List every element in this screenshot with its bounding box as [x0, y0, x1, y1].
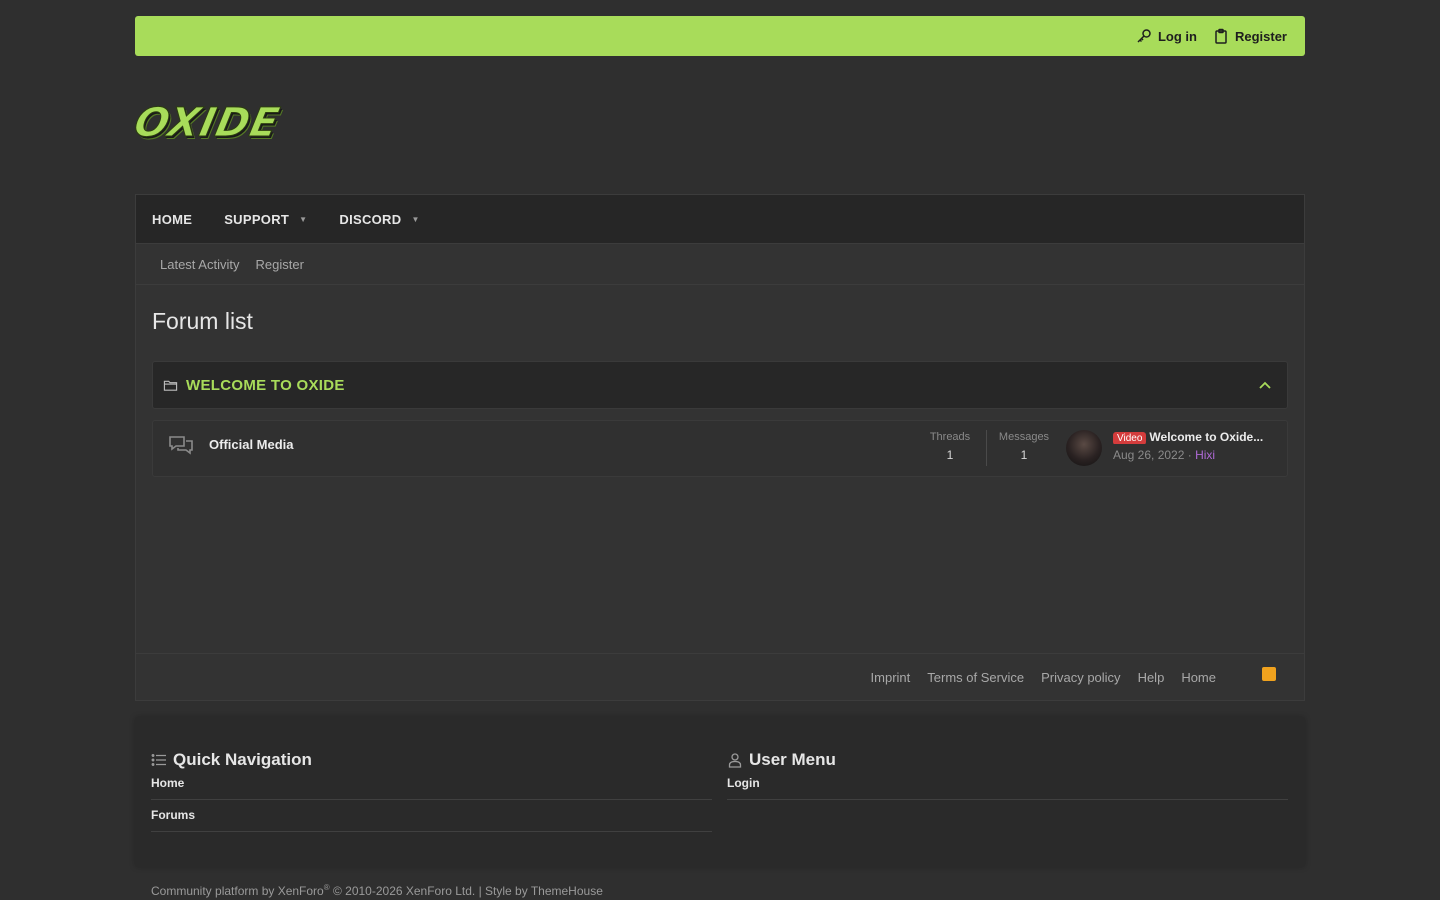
category-title[interactable]: WELCOME TO OXIDE: [186, 377, 345, 394]
copyright-prefix[interactable]: Community platform by XenForo: [151, 884, 324, 898]
threads-label: Threads: [929, 431, 971, 443]
user-menu-heading: User Menu: [727, 750, 1288, 770]
forum-name[interactable]: Official Media: [209, 437, 294, 452]
avatar[interactable]: [1066, 430, 1102, 466]
copyright-suffix: © 2010-2026 XenForo Ltd. | Style by Them…: [329, 884, 603, 898]
folder-icon: [163, 380, 178, 391]
site-logo[interactable]: OXIDE: [130, 100, 295, 150]
messages-label: Messages: [998, 431, 1050, 443]
key-icon: [1137, 29, 1151, 43]
footer-nav-box: Quick Navigation Home Forums User Menu L…: [135, 717, 1305, 867]
user-menu-login[interactable]: Login: [727, 776, 1288, 800]
messages-stat: Messages 1: [989, 431, 1059, 462]
user-menu-title: User Menu: [749, 750, 836, 769]
copyright: Community platform by XenForo® © 2010-20…: [151, 883, 603, 898]
threads-stat: Threads 1: [915, 431, 985, 462]
footer-link-terms[interactable]: Terms of Service: [927, 670, 1024, 685]
last-post-meta: Aug 26, 2022 · Hixi: [1113, 448, 1215, 462]
forum-chat-icon: [169, 436, 193, 455]
forum-row: Official Media Threads 1 Messages 1 Vide…: [152, 420, 1288, 477]
clipboard-icon: [1215, 28, 1227, 44]
footer-link-privacy[interactable]: Privacy policy: [1041, 670, 1120, 685]
quick-navigation: Quick Navigation Home Forums: [151, 750, 712, 840]
last-post-date[interactable]: Aug 26, 2022: [1113, 448, 1184, 462]
page-title: Forum list: [152, 308, 253, 334]
caret-down-icon[interactable]: ▼: [411, 215, 419, 224]
chevron-up-icon[interactable]: [1257, 377, 1273, 393]
main-nav: HOME SUPPORT ▼ DISCORD ▼: [136, 195, 1304, 244]
sub-nav: Latest Activity Register: [136, 244, 1304, 285]
video-badge: Video: [1113, 432, 1147, 444]
quick-nav-forums[interactable]: Forums: [151, 808, 712, 832]
rss-icon[interactable]: [1262, 666, 1276, 681]
last-post-title-text: Welcome to Oxide...: [1149, 430, 1264, 444]
footer-links: Imprint Terms of Service Privacy policy …: [136, 653, 1304, 701]
footer-link-imprint[interactable]: Imprint: [871, 670, 911, 685]
last-post-title[interactable]: Video Welcome to Oxide...: [1113, 430, 1273, 444]
messages-count: 1: [1020, 448, 1028, 462]
register-link[interactable]: Register: [1205, 28, 1295, 44]
nav-support[interactable]: SUPPORT ▼: [224, 212, 307, 227]
list-icon: [151, 754, 166, 766]
nav-home[interactable]: HOME: [152, 212, 192, 227]
footer-link-home[interactable]: Home: [1181, 670, 1216, 685]
caret-down-icon[interactable]: ▼: [299, 215, 307, 224]
threads-count: 1: [946, 448, 954, 462]
login-link[interactable]: Log in: [1128, 28, 1205, 44]
quick-nav-heading: Quick Navigation: [151, 750, 712, 770]
meta-separator: ·: [1184, 448, 1196, 462]
nav-support-label: SUPPORT: [224, 211, 290, 227]
main-panel: HOME SUPPORT ▼ DISCORD ▼ Latest Activity…: [135, 194, 1305, 701]
user-icon: [728, 753, 742, 768]
category-header: WELCOME TO OXIDE: [152, 361, 1288, 409]
quick-nav-title: Quick Navigation: [173, 750, 312, 769]
footer-link-help[interactable]: Help: [1138, 670, 1165, 685]
subnav-register[interactable]: Register: [255, 257, 303, 272]
nav-home-label: HOME: [152, 211, 193, 227]
top-bar: Log in Register: [135, 16, 1305, 56]
logo-text: OXIDE: [130, 100, 285, 147]
user-menu: User Menu Login: [727, 750, 1288, 808]
nav-discord[interactable]: DISCORD ▼: [339, 212, 419, 227]
quick-nav-home[interactable]: Home: [151, 776, 712, 800]
register-label: Register: [1234, 28, 1287, 44]
stat-divider: [986, 430, 987, 466]
login-label: Log in: [1157, 28, 1197, 44]
subnav-latest-activity[interactable]: Latest Activity: [160, 257, 239, 272]
nav-discord-label: DISCORD: [339, 211, 402, 227]
last-post-user[interactable]: Hixi: [1195, 448, 1215, 462]
